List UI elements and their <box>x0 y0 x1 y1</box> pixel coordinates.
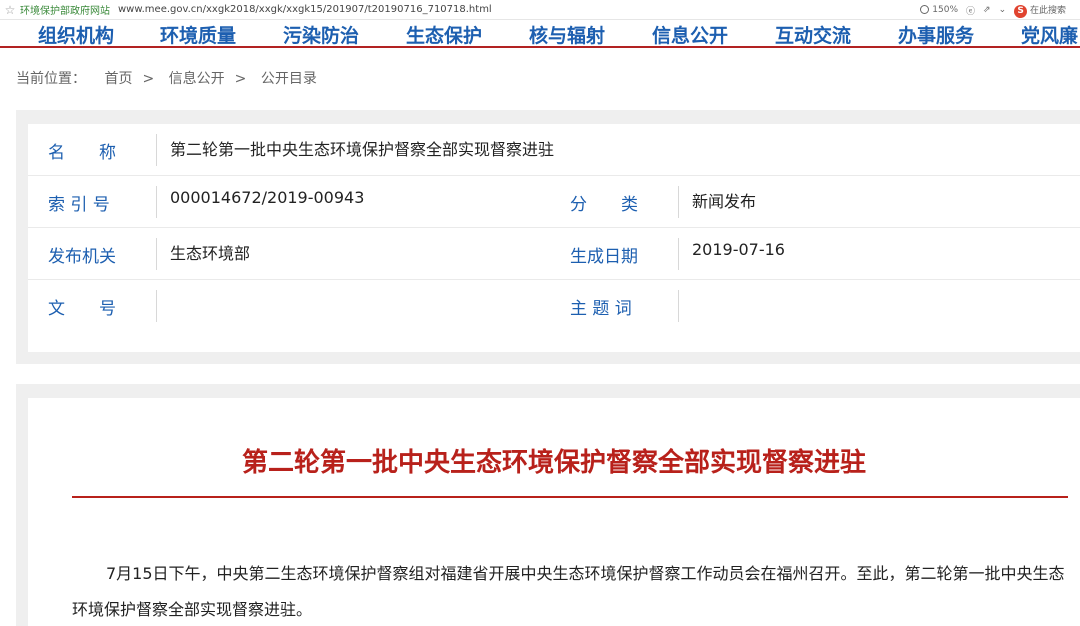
bookmark-star-icon[interactable]: ☆ <box>0 3 20 17</box>
breadcrumb-home[interactable]: 首页 <box>104 71 132 87</box>
zoom-control[interactable]: 150% <box>920 5 958 15</box>
article-title: 第二轮第一批中央生态环境保护督察全部实现督察进驻 <box>241 448 866 478</box>
category-label: 分 类 <box>570 195 638 215</box>
title-divider <box>72 496 1068 498</box>
info-row-document-number: 文 号 主 题 词 <box>28 280 1080 332</box>
search-box[interactable]: S 在此搜索 <box>1014 3 1066 18</box>
breadcrumb: 当前位置： 首页 > 信息公开 > 公开目录 <box>16 68 321 88</box>
search-engine-icon: S <box>1014 4 1028 18</box>
breadcrumb-info-disclosure[interactable]: 信息公开 <box>169 71 225 87</box>
index-value: 000014672/2019-00943 <box>170 188 365 207</box>
divider <box>678 290 679 322</box>
breadcrumb-separator: > <box>142 71 155 87</box>
article-panel: 第二轮第一批中央生态环境保护督察全部实现督察进驻 7月15日下午，中央第二生态环… <box>16 384 1080 626</box>
search-placeholder: 在此搜索 <box>1029 5 1066 16</box>
browser-toolbar: 150% ⓔ ⇗ ⌄ S 在此搜索 <box>920 0 1080 20</box>
nav-item-nuclear-radiation[interactable]: 核与辐射 <box>529 21 605 48</box>
divider <box>156 186 157 218</box>
url-text[interactable]: www.mee.gov.cn/xxgk2018/xxgk/xxgk15/2019… <box>118 4 492 15</box>
document-info-table: 名 称 第二轮第一批中央生态环境保护督察全部实现督察进驻 索 引 号 00001… <box>28 124 1080 352</box>
info-row-name: 名 称 第二轮第一批中央生态环境保护督察全部实现督察进驻 <box>28 124 1080 176</box>
nav-item-ecological-protection[interactable]: 生态保护 <box>406 21 482 48</box>
subject-label: 主 题 词 <box>570 299 632 319</box>
article-body: 第二轮第一批中央生态环境保护督察全部实现督察进驻 7月15日下午，中央第二生态环… <box>28 398 1080 626</box>
breadcrumb-separator: > <box>234 71 247 87</box>
name-value: 第二轮第一批中央生态环境保护督察全部实现督察进驻 <box>170 140 555 159</box>
chevron-down-icon[interactable]: ⌄ <box>999 5 1007 15</box>
breadcrumb-prefix: 当前位置： <box>16 71 86 87</box>
name-label: 名 称 <box>48 143 116 163</box>
date-label: 生成日期 <box>570 247 638 267</box>
date-value: 2019-07-16 <box>692 240 785 259</box>
breadcrumb-catalog[interactable]: 公开目录 <box>261 71 317 87</box>
issuer-label: 发布机关 <box>48 247 116 267</box>
divider <box>156 238 157 270</box>
index-label: 索 引 号 <box>48 195 110 215</box>
nav-item-pollution-control[interactable]: 污染防治 <box>283 21 359 48</box>
nav-item-information-disclosure[interactable]: 信息公开 <box>652 21 728 48</box>
divider <box>156 134 157 166</box>
nav-item-services[interactable]: 办事服务 <box>898 21 974 48</box>
nav-item-interaction[interactable]: 互动交流 <box>775 21 851 48</box>
share-icon[interactable]: ⇗ <box>983 5 991 15</box>
divider <box>678 238 679 270</box>
nav-item-environment-quality[interactable]: 环境质量 <box>160 21 236 48</box>
nav-item-organization[interactable]: 组织机构 <box>38 21 114 48</box>
divider <box>156 290 157 322</box>
info-row-issuer: 发布机关 生态环境部 生成日期 2019-07-16 <box>28 228 1080 280</box>
category-value: 新闻发布 <box>692 192 757 211</box>
zoom-icon <box>920 5 930 14</box>
site-name: 环境保护部政府网站 <box>20 6 110 17</box>
nav-item-party-conduct[interactable]: 党风廉 <box>1021 21 1078 48</box>
issuer-value: 生态环境部 <box>170 244 251 263</box>
zoom-level: 150% <box>932 5 958 15</box>
main-nav: 组织机构 环境质量 污染防治 生态保护 核与辐射 信息公开 互动交流 办事服务 … <box>0 20 1080 48</box>
doc-number-label: 文 号 <box>48 299 116 319</box>
browser-address-bar: ☆ 环境保护部政府网站 www.mee.gov.cn/xxgk2018/xxgk… <box>0 0 1080 20</box>
article-paragraph: 7月15日下午，中央第二生态环境保护督察组对福建省开展中央生态环境保护督察工作动… <box>72 564 1065 619</box>
divider <box>678 186 679 218</box>
ie-mode-icon[interactable]: ⓔ <box>966 4 975 17</box>
info-row-index: 索 引 号 000014672/2019-00943 分 类 新闻发布 <box>28 176 1080 228</box>
document-info-panel: 名 称 第二轮第一批中央生态环境保护督察全部实现督察进驻 索 引 号 00001… <box>16 110 1080 364</box>
